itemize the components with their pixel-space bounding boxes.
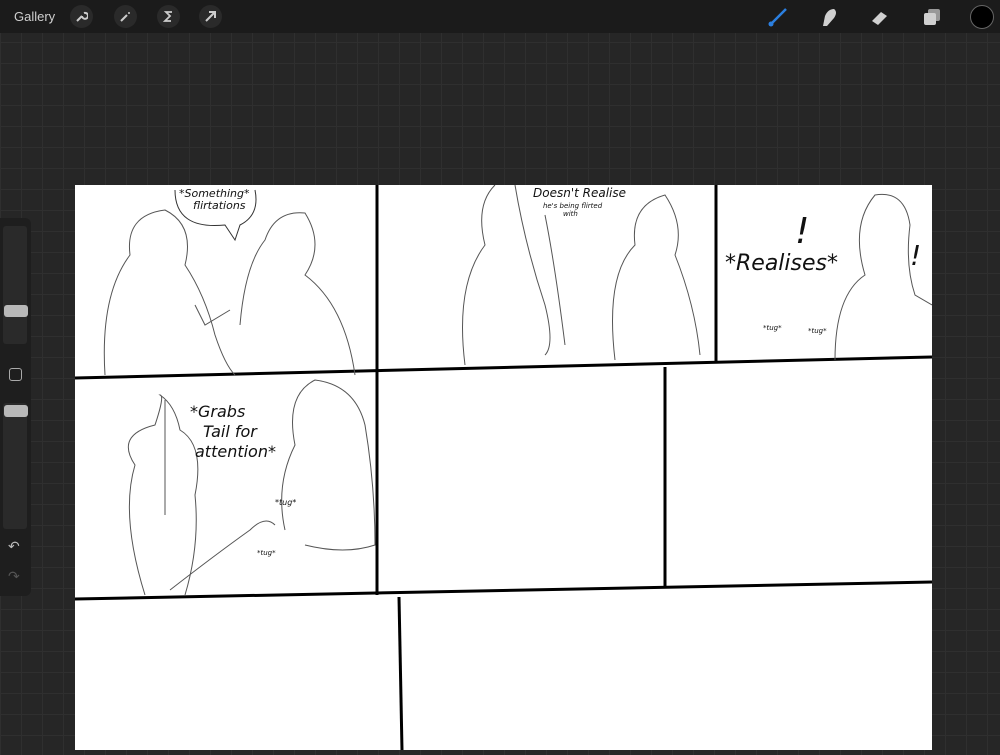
caption: Doesn't Realise xyxy=(533,186,626,200)
caption: attention* xyxy=(195,442,276,461)
caption: ! xyxy=(910,239,921,272)
redo-button[interactable]: ↷ xyxy=(8,568,20,585)
comic-page: *Something* flirtations Doesn't Realise … xyxy=(74,184,933,751)
top-toolbar: Gallery xyxy=(0,0,1000,33)
caption: with xyxy=(563,210,578,218)
caption: Tail for xyxy=(203,422,258,441)
wrench-icon[interactable] xyxy=(70,5,93,28)
caption: ! xyxy=(795,211,809,252)
smudge-icon[interactable] xyxy=(817,5,841,29)
magic-wand-icon[interactable] xyxy=(114,5,137,28)
drawing-canvas[interactable]: *Something* flirtations Doesn't Realise … xyxy=(74,184,933,751)
caption: he's being flirted xyxy=(543,202,603,210)
sidebar: ↶ ↷ xyxy=(0,218,31,596)
transform-arrow-icon[interactable] xyxy=(199,5,222,28)
selection-icon[interactable] xyxy=(157,5,180,28)
brush-size-thumb[interactable] xyxy=(4,305,28,317)
undo-button[interactable]: ↶ xyxy=(8,538,20,555)
caption: flirtations xyxy=(193,199,246,212)
color-picker[interactable] xyxy=(970,5,994,29)
caption: *tug* xyxy=(257,549,276,557)
opacity-slider[interactable] xyxy=(3,403,27,529)
brush-size-slider[interactable] xyxy=(3,226,27,344)
modify-button-icon[interactable] xyxy=(9,368,22,381)
opacity-thumb[interactable] xyxy=(4,405,28,417)
caption: *tug* xyxy=(808,327,827,335)
caption: *Grabs xyxy=(190,402,245,421)
layers-icon[interactable] xyxy=(920,5,944,29)
eraser-icon[interactable] xyxy=(868,5,892,29)
brush-icon[interactable] xyxy=(766,5,790,29)
caption: *Realises* xyxy=(725,251,838,276)
caption: *tug* xyxy=(763,324,782,332)
caption: *tug* xyxy=(275,498,296,507)
gallery-button[interactable]: Gallery xyxy=(14,9,55,24)
